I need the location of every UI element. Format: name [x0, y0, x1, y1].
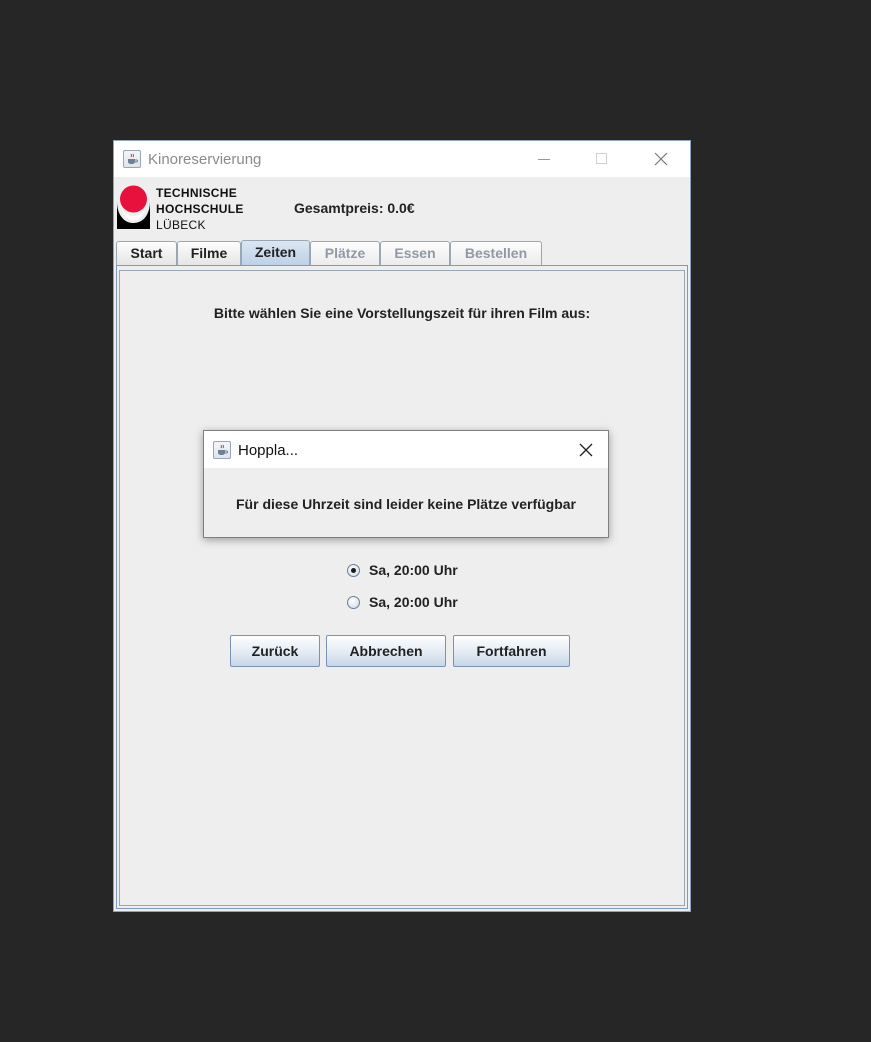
close-icon [654, 152, 668, 166]
tab-zeiten[interactable]: Zeiten [241, 240, 310, 266]
time-option-2[interactable]: Sa, 20:00 Uhr [347, 592, 458, 612]
tab-bestellen[interactable]: Bestellen [450, 241, 542, 265]
close-button[interactable] [638, 141, 684, 177]
total-price-label: Gesamtpreis: 0.0€ [294, 200, 415, 216]
university-logo [117, 185, 150, 229]
java-cup-icon [123, 150, 141, 168]
header: TECHNISCHE HOCHSCHULE LÜBECK Gesamtpreis… [114, 177, 690, 239]
minimize-button[interactable] [521, 141, 567, 177]
logo-line-1: TECHNISCHE [156, 186, 238, 200]
logo-line-2: HOCHSCHULE [156, 202, 244, 216]
dialog-message: Für diese Uhrzeit sind leider keine Plät… [236, 496, 576, 512]
minimize-icon [538, 159, 550, 160]
tab-essen[interactable]: Essen [380, 241, 450, 265]
dialog-title: Hoppla... [238, 442, 299, 459]
tab-filme[interactable]: Filme [177, 241, 241, 265]
radio-button-checked[interactable] [347, 563, 360, 577]
time-option-label: Sa, 20:00 Uhr [369, 562, 458, 578]
time-option-label: Sa, 20:00 Uhr [369, 594, 458, 610]
content-area: Bitte wählen Sie eine Vorstellungszeit f… [119, 270, 685, 906]
time-option-1[interactable]: Sa, 20:00 Uhr [347, 560, 458, 580]
continue-button[interactable]: Fortfahren [453, 635, 570, 667]
tab-plaetze[interactable]: Plätze [310, 241, 380, 265]
maximize-icon [596, 153, 607, 164]
title-bar[interactable]: Kinoreservierung [114, 141, 690, 177]
logo-text: TECHNISCHE HOCHSCHULE LÜBECK [156, 185, 244, 233]
logo-line-3: LÜBECK [156, 218, 206, 232]
tab-content-panel: Bitte wählen Sie eine Vorstellungszeit f… [116, 265, 688, 909]
maximize-button[interactable] [579, 141, 625, 177]
error-dialog: Hoppla... Für diese Uhrzeit sind leider … [203, 430, 609, 538]
tab-start[interactable]: Start [116, 241, 177, 265]
cancel-button[interactable]: Abbrechen [326, 635, 446, 667]
window-title: Kinoreservierung [148, 151, 262, 168]
java-cup-icon [213, 441, 231, 459]
radio-button[interactable] [347, 595, 360, 609]
dialog-title-bar[interactable]: Hoppla... [204, 431, 608, 468]
time-selection-prompt: Bitte wählen Sie eine Vorstellungszeit f… [213, 305, 591, 321]
close-icon [579, 443, 593, 456]
back-button[interactable]: Zurück [230, 635, 320, 667]
dialog-close-button[interactable] [564, 431, 608, 468]
